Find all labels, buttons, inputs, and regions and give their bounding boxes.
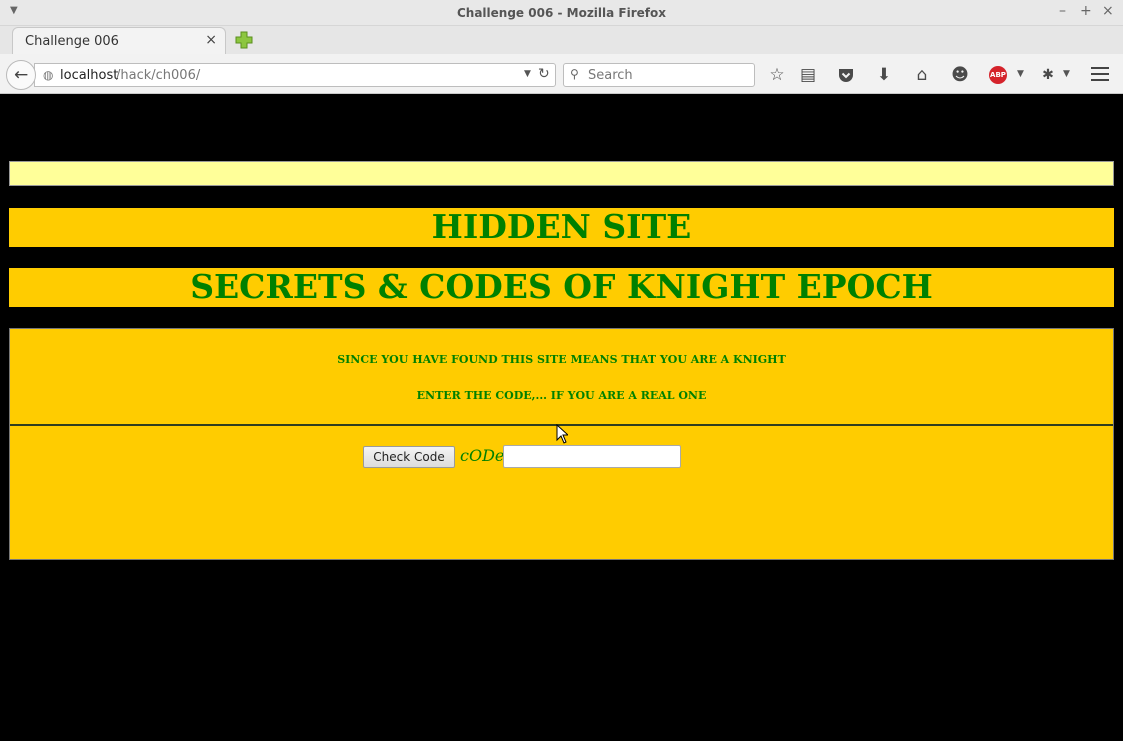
- extension-dropdown-icon[interactable]: ▼: [1063, 69, 1070, 79]
- url-dropdown-icon[interactable]: ▼: [524, 69, 531, 79]
- tab-challenge-006[interactable]: Challenge 006 ×: [12, 27, 226, 55]
- code-input[interactable]: [503, 445, 681, 468]
- globe-icon: ◍: [43, 68, 54, 82]
- url-bar[interactable]: ◍ localhost /hack/ch006/ ▼ ↻: [34, 63, 556, 87]
- mouse-cursor-icon: [556, 424, 568, 444]
- maximize-button[interactable]: +: [1080, 3, 1092, 19]
- downloads-icon[interactable]: ⬇: [873, 64, 895, 86]
- back-button[interactable]: ←: [6, 60, 36, 90]
- check-code-button[interactable]: Check Code: [363, 446, 455, 468]
- back-arrow-icon: ←: [14, 65, 29, 85]
- window-title: Challenge 006 - Mozilla Firefox: [456, 6, 666, 20]
- pocket-icon[interactable]: [835, 64, 857, 86]
- new-tab-icon[interactable]: [234, 30, 254, 50]
- knight-message: SINCE YOU HAVE FOUND THIS SITE MEANS THA…: [337, 353, 786, 366]
- home-icon[interactable]: ⌂: [911, 64, 933, 86]
- minimize-button[interactable]: –: [1059, 3, 1066, 19]
- search-placeholder: Search: [588, 68, 633, 83]
- top-bar: [9, 161, 1114, 186]
- page-content: HIDDEN SITE SECRETS & CODES OF KNIGHT EP…: [0, 95, 1123, 741]
- search-icon: ⚲: [570, 67, 579, 81]
- bookmark-star-icon[interactable]: ☆: [766, 64, 788, 86]
- menu-icon[interactable]: [1091, 67, 1109, 81]
- heading-secrets: SECRETS & CODES OF KNIGHT EPOCH: [9, 268, 1114, 307]
- heading-hidden-site: HIDDEN SITE: [9, 208, 1114, 247]
- window-titlebar: ▼ Challenge 006 - Mozilla Firefox – + ×: [0, 0, 1123, 26]
- code-panel: SINCE YOU HAVE FOUND THIS SITE MEANS THA…: [9, 328, 1114, 560]
- enter-code-message: ENTER THE CODE,... IF YOU ARE A REAL ONE: [416, 389, 707, 402]
- tab-close-icon[interactable]: ×: [205, 32, 217, 48]
- navigation-toolbar: ◍ localhost /hack/ch006/ ▼ ↻ ← ⚲ Search …: [0, 54, 1123, 94]
- adblock-icon[interactable]: ABP: [989, 66, 1007, 84]
- url-path: /hack/ch006/: [116, 68, 201, 83]
- chat-icon[interactable]: ☻: [949, 64, 971, 86]
- code-label: cODe: [460, 446, 505, 465]
- tab-label: Challenge 006: [25, 34, 119, 49]
- close-window-button[interactable]: ×: [1102, 3, 1114, 19]
- extension-icon[interactable]: ✱: [1037, 64, 1059, 86]
- reading-list-icon[interactable]: ▤: [797, 64, 819, 86]
- tab-strip: Challenge 006 ×: [0, 26, 1123, 55]
- url-host: localhost: [60, 68, 119, 83]
- adblock-dropdown-icon[interactable]: ▼: [1017, 69, 1024, 79]
- reload-icon[interactable]: ↻: [538, 66, 550, 82]
- search-input[interactable]: ⚲ Search: [563, 63, 755, 87]
